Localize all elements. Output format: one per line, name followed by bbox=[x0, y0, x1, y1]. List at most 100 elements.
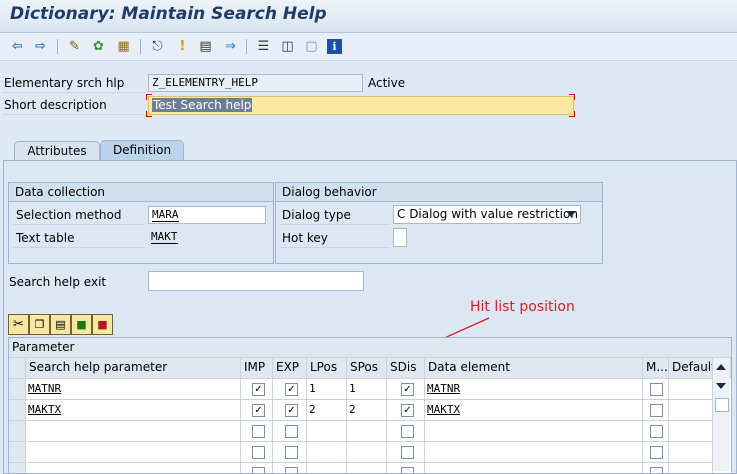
table-cell-default[interactable] bbox=[669, 400, 713, 421]
activate-icon[interactable]: ✿ bbox=[90, 38, 107, 55]
table-cell-imp: ✓ bbox=[241, 400, 273, 421]
sdis-checkbox[interactable] bbox=[401, 467, 414, 473]
table-cell-default[interactable] bbox=[669, 379, 713, 400]
m-checkbox[interactable] bbox=[650, 404, 663, 417]
toolbar-separator bbox=[246, 39, 247, 54]
col-header-imp[interactable]: IMP bbox=[241, 358, 273, 379]
table-cell-lpos[interactable]: 2 bbox=[307, 400, 347, 421]
scroll-up-icon[interactable] bbox=[716, 364, 726, 370]
table-cell-param[interactable] bbox=[26, 463, 241, 473]
hot-key-label-cell: Hot key bbox=[279, 228, 390, 248]
title-bar: Dictionary: Maintain Search Help bbox=[0, 0, 737, 33]
exp-checkbox[interactable]: ✓ bbox=[285, 404, 298, 417]
table-cell-m bbox=[643, 463, 669, 473]
dialog-type-select[interactable]: C Dialog with value restriction bbox=[393, 205, 581, 224]
row-selector[interactable] bbox=[9, 400, 26, 421]
col-header-default[interactable]: Default bbox=[669, 358, 713, 379]
m-checkbox[interactable] bbox=[650, 425, 663, 438]
table-cell-spos[interactable] bbox=[347, 421, 387, 442]
row-selector[interactable] bbox=[9, 421, 26, 442]
sdis-checkbox[interactable] bbox=[401, 446, 414, 459]
col-header-m[interactable]: M... bbox=[643, 358, 669, 379]
exp-checkbox[interactable]: ✓ bbox=[285, 383, 298, 396]
table-cell-param[interactable] bbox=[26, 421, 241, 442]
m-checkbox[interactable] bbox=[650, 446, 663, 459]
table-cell-default[interactable] bbox=[669, 463, 713, 473]
table-cell-data-element[interactable] bbox=[425, 463, 643, 473]
table-cell-param[interactable]: MATNR bbox=[26, 379, 241, 400]
table-cell-default[interactable] bbox=[669, 442, 713, 463]
col-header-lpos[interactable]: LPos bbox=[307, 358, 347, 379]
edit-icon[interactable]: ✎ bbox=[66, 38, 83, 55]
row-selector[interactable] bbox=[9, 379, 26, 400]
m-checkbox[interactable] bbox=[650, 467, 663, 473]
select-all-cell[interactable] bbox=[9, 358, 26, 379]
col-header-spos[interactable]: SPos bbox=[347, 358, 387, 379]
exp-checkbox[interactable] bbox=[285, 425, 298, 438]
row-selector[interactable] bbox=[9, 442, 26, 463]
imp-checkbox[interactable]: ✓ bbox=[252, 404, 265, 417]
table-cell-spos[interactable] bbox=[347, 442, 387, 463]
where-used-icon[interactable]: ⎋ bbox=[149, 38, 166, 55]
imp-checkbox[interactable]: ✓ bbox=[252, 383, 265, 396]
table-cell-data-element[interactable]: MATNR bbox=[425, 379, 643, 400]
print-icon[interactable]: ◫ bbox=[279, 38, 296, 55]
tab-definition[interactable]: Definition bbox=[100, 140, 184, 161]
scroll-down-icon[interactable] bbox=[716, 383, 726, 389]
hierarchy-icon[interactable]: ☰ bbox=[255, 38, 272, 55]
scissors-icon[interactable]: ✂ bbox=[8, 314, 29, 335]
display-object-list-icon[interactable]: ▤ bbox=[197, 38, 214, 55]
table-cell-spos[interactable]: 1 bbox=[347, 379, 387, 400]
sdis-checkbox[interactable] bbox=[401, 425, 414, 438]
grid-vertical-scrollbar[interactable] bbox=[712, 358, 730, 471]
hot-key-field[interactable] bbox=[393, 228, 407, 247]
table-cell-lpos[interactable]: 1 bbox=[307, 379, 347, 400]
table-cell-default[interactable] bbox=[669, 421, 713, 442]
object-list-icon[interactable]: ▦ bbox=[115, 38, 132, 55]
copy-icon[interactable]: ❐ bbox=[29, 314, 50, 335]
forward-arrow-icon[interactable]: ⇨ bbox=[32, 38, 49, 55]
imp-checkbox[interactable] bbox=[252, 425, 265, 438]
navigate-icon[interactable]: ⇒ bbox=[222, 38, 239, 55]
required-marker bbox=[569, 94, 575, 100]
col-header-exp[interactable]: EXP bbox=[273, 358, 307, 379]
table-cell-data-element[interactable]: MAKTX bbox=[425, 400, 643, 421]
table-cell-lpos[interactable] bbox=[307, 442, 347, 463]
selection-method-field[interactable]: MARA bbox=[148, 206, 266, 224]
insert-row-icon[interactable]: ■ bbox=[71, 314, 92, 335]
delete-row-icon[interactable]: ■ bbox=[92, 314, 113, 335]
search-help-exit-field[interactable] bbox=[148, 271, 364, 291]
search-help-exit-label: Search help exit bbox=[9, 275, 107, 289]
table-cell-data-element[interactable] bbox=[425, 442, 643, 463]
tab-attributes[interactable]: Attributes bbox=[14, 141, 100, 161]
col-header-sdis[interactable]: SDis bbox=[387, 358, 425, 379]
sdis-checkbox[interactable]: ✓ bbox=[401, 404, 414, 417]
table-cell-param[interactable]: MAKTX bbox=[26, 400, 241, 421]
imp-checkbox[interactable] bbox=[252, 446, 265, 459]
col-header-param[interactable]: Search help parameter bbox=[26, 358, 241, 379]
exp-checkbox[interactable] bbox=[285, 446, 298, 459]
table-cell-param[interactable] bbox=[26, 442, 241, 463]
search-help-label: Elementary srch hlp bbox=[4, 76, 125, 90]
exp-checkbox[interactable] bbox=[285, 467, 298, 473]
screen-icon[interactable]: ▢ bbox=[303, 38, 320, 55]
scroll-thumb[interactable] bbox=[715, 398, 729, 412]
sdis-checkbox[interactable]: ✓ bbox=[401, 383, 414, 396]
col-header-data-element[interactable]: Data element bbox=[425, 358, 643, 379]
table-cell-spos[interactable]: 2 bbox=[347, 400, 387, 421]
imp-checkbox[interactable] bbox=[252, 467, 265, 473]
text-table-label: Text table bbox=[16, 231, 75, 245]
info-marker-icon[interactable]: ! bbox=[174, 38, 191, 55]
chevron-down-icon[interactable] bbox=[566, 211, 576, 217]
m-checkbox[interactable] bbox=[650, 383, 663, 396]
table-cell-lpos[interactable] bbox=[307, 421, 347, 442]
row-selector[interactable] bbox=[9, 463, 26, 473]
info-icon[interactable]: i bbox=[327, 39, 342, 54]
table-cell-data-element[interactable] bbox=[425, 421, 643, 442]
table-cell-lpos[interactable] bbox=[307, 463, 347, 473]
paste-icon[interactable]: ▤ bbox=[50, 314, 71, 335]
short-desc-field[interactable]: Test Search help bbox=[148, 96, 574, 115]
back-arrow-icon[interactable]: ⇦ bbox=[9, 38, 26, 55]
parameter-grid: Parameter Search help parameter IMP EXP … bbox=[8, 337, 732, 474]
table-cell-spos[interactable] bbox=[347, 463, 387, 473]
